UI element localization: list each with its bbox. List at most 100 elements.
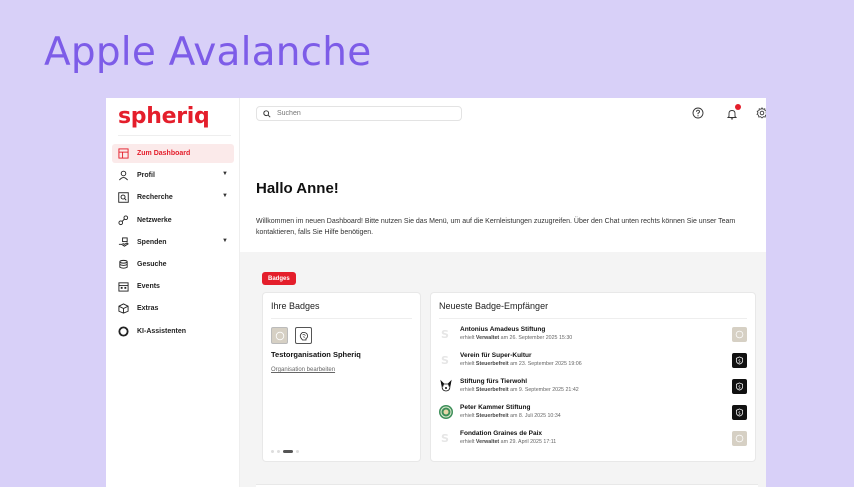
sidebar-item-label: Zum Dashboard: [137, 150, 191, 157]
card-title: Ihre Badges: [271, 301, 320, 311]
edit-organisation-link[interactable]: Organisation bearbeiten: [271, 367, 335, 373]
recipient-name: Peter Kammer Stiftung: [460, 404, 531, 411]
recipient-name: Fondation Graines de Paix: [460, 430, 542, 437]
badge-shield-icon: $: [735, 382, 744, 391]
network-icon: [118, 215, 129, 226]
recipient-badge: $: [732, 379, 747, 394]
sidebar-item-dashboard[interactable]: Zum Dashboard: [112, 144, 234, 163]
recipient-name: Antonius Amadeus Stiftung: [460, 326, 546, 333]
svg-text:S: S: [441, 432, 449, 445]
recipient-name: Stiftung fürs Tierwohl: [460, 378, 528, 385]
welcome-text: Willkommen im neuen Dashboard! Bitte nut…: [256, 218, 736, 236]
sidebar-nav: Zum Dashboard Profil ▼ Recherche ▼ Netzw…: [112, 144, 234, 344]
help-icon[interactable]: [692, 107, 704, 119]
notification-badge: [735, 104, 741, 110]
recipient-row[interactable]: S Antonius Amadeus Stiftung erhielt Verw…: [439, 325, 747, 345]
svg-text:S: S: [441, 354, 449, 367]
badge-shield-icon: $: [735, 356, 744, 365]
sidebar-item-label: KI-Assistenten: [137, 327, 187, 335]
calendar-icon: [118, 281, 129, 292]
chevron-down-icon: ▼: [222, 193, 228, 200]
search-box[interactable]: [256, 106, 462, 121]
carousel-dot-active[interactable]: [283, 450, 293, 453]
recipient-subtitle: erhielt Steuerbefreit am 23. September 2…: [460, 361, 582, 367]
sidebar-item-netzwerke[interactable]: Netzwerke: [112, 211, 234, 230]
badges-section: Badges Ihre Badges Testorganisation Sphe…: [240, 252, 766, 487]
settings-icon[interactable]: [756, 107, 766, 119]
ai-ring-icon: [118, 325, 129, 337]
recipient-row[interactable]: Peter Kammer Stiftung erhielt Steuerbefr…: [439, 403, 747, 423]
dog-avatar-icon: [440, 379, 452, 392]
recipient-name: Verein für Super-Kultur: [460, 352, 532, 359]
badge-circle-icon: [735, 330, 744, 339]
my-badges-card: Ihre Badges Testorganisation Spheriq Org…: [262, 292, 421, 462]
box-icon: [118, 303, 129, 314]
topbar: [240, 98, 766, 130]
chevron-down-icon: ▼: [222, 171, 228, 178]
placeholder-avatar-icon: S: [441, 432, 449, 445]
recipient-row[interactable]: S Fondation Graines de Paix erhielt Verw…: [439, 429, 747, 449]
recipient-subtitle: erhielt Verwaltet am 26. September 2025 …: [460, 335, 573, 341]
sidebar-item-label: Spenden: [137, 238, 167, 246]
sidebar-item-label: Recherche: [137, 194, 173, 202]
green-seal-avatar-icon: [440, 406, 452, 418]
recipient-row[interactable]: Stiftung fürs Tierwohl erhielt Steuerbef…: [439, 377, 747, 397]
placeholder-avatar-icon: S: [441, 328, 449, 341]
badge-circle-icon: [735, 434, 744, 443]
donation-icon: [118, 237, 129, 248]
search-input[interactable]: [277, 110, 447, 117]
badge-shield-icon: $: [735, 408, 744, 417]
badge-steuerbefreit[interactable]: [295, 327, 312, 344]
sidebar-item-ki-assistenten[interactable]: KI-Assistenten: [112, 322, 234, 341]
sidebar-item-profil[interactable]: Profil ▼: [112, 166, 234, 185]
app-window: spheriq Zum Dashboard Profil ▼ Recherche…: [106, 98, 766, 487]
carousel-dot[interactable]: [296, 450, 299, 453]
avatar: [439, 405, 453, 419]
sidebar-divider: [118, 135, 231, 136]
notifications-button[interactable]: [726, 104, 741, 120]
sidebar-item-label: Gesuche: [137, 260, 167, 268]
main-content: Hallo Anne! Willkommen im neuen Dashboar…: [240, 130, 766, 487]
badge-verwaltet[interactable]: [271, 327, 288, 344]
search-icon: [263, 109, 271, 118]
sidebar-item-recherche[interactable]: Recherche ▼: [112, 188, 234, 207]
search-box-icon: [118, 192, 129, 204]
sidebar-item-label: Events: [137, 283, 160, 291]
svg-text:$: $: [738, 410, 741, 415]
svg-text:S: S: [441, 328, 449, 341]
recipient-subtitle: erhielt Verwaltet am 29. April 2025 17:1…: [460, 439, 557, 445]
sidebar-item-spenden[interactable]: Spenden ▼: [112, 233, 234, 252]
recipient-row[interactable]: S Verein für Super-Kultur erhielt Steuer…: [439, 351, 747, 371]
carousel-dot[interactable]: [277, 450, 280, 453]
user-icon: [118, 170, 129, 181]
card-divider: [271, 318, 412, 319]
sidebar-item-events[interactable]: Events: [112, 277, 234, 296]
avatar: [439, 379, 453, 393]
recipient-subtitle: erhielt Steuerbefreit am 8. Juli 2025 10…: [460, 413, 561, 419]
badge-circle-icon: [275, 331, 284, 340]
page-title: Hallo Anne!: [256, 180, 339, 197]
badges-pill: Badges: [262, 272, 296, 285]
recipient-badge: $: [732, 405, 747, 420]
avatar: S: [439, 431, 453, 445]
sidebar-item-label: Extras: [137, 305, 159, 313]
recipient-badge: [732, 431, 747, 446]
svg-text:$: $: [738, 384, 741, 389]
card-title: Neueste Badge-Empfänger: [439, 301, 549, 311]
carousel-dot[interactable]: [271, 450, 274, 453]
brand-logo[interactable]: spheriq: [118, 104, 210, 129]
sidebar-item-label: Profil: [137, 172, 155, 180]
recipient-badge: $: [732, 353, 747, 368]
page-headline: Apple Avalanche: [44, 30, 372, 75]
sidebar: spheriq Zum Dashboard Profil ▼ Recherche…: [106, 98, 240, 487]
carousel-dots: [271, 450, 299, 453]
chevron-down-icon: ▼: [222, 237, 228, 244]
sidebar-item-extras[interactable]: Extras: [112, 299, 234, 318]
avatar: S: [439, 353, 453, 367]
coins-icon: [118, 259, 129, 270]
placeholder-avatar-icon: S: [441, 354, 449, 367]
sidebar-item-gesuche[interactable]: Gesuche: [112, 255, 234, 274]
dashboard-icon: [118, 148, 129, 159]
recipient-badge: [732, 327, 747, 342]
card-divider: [439, 318, 747, 319]
